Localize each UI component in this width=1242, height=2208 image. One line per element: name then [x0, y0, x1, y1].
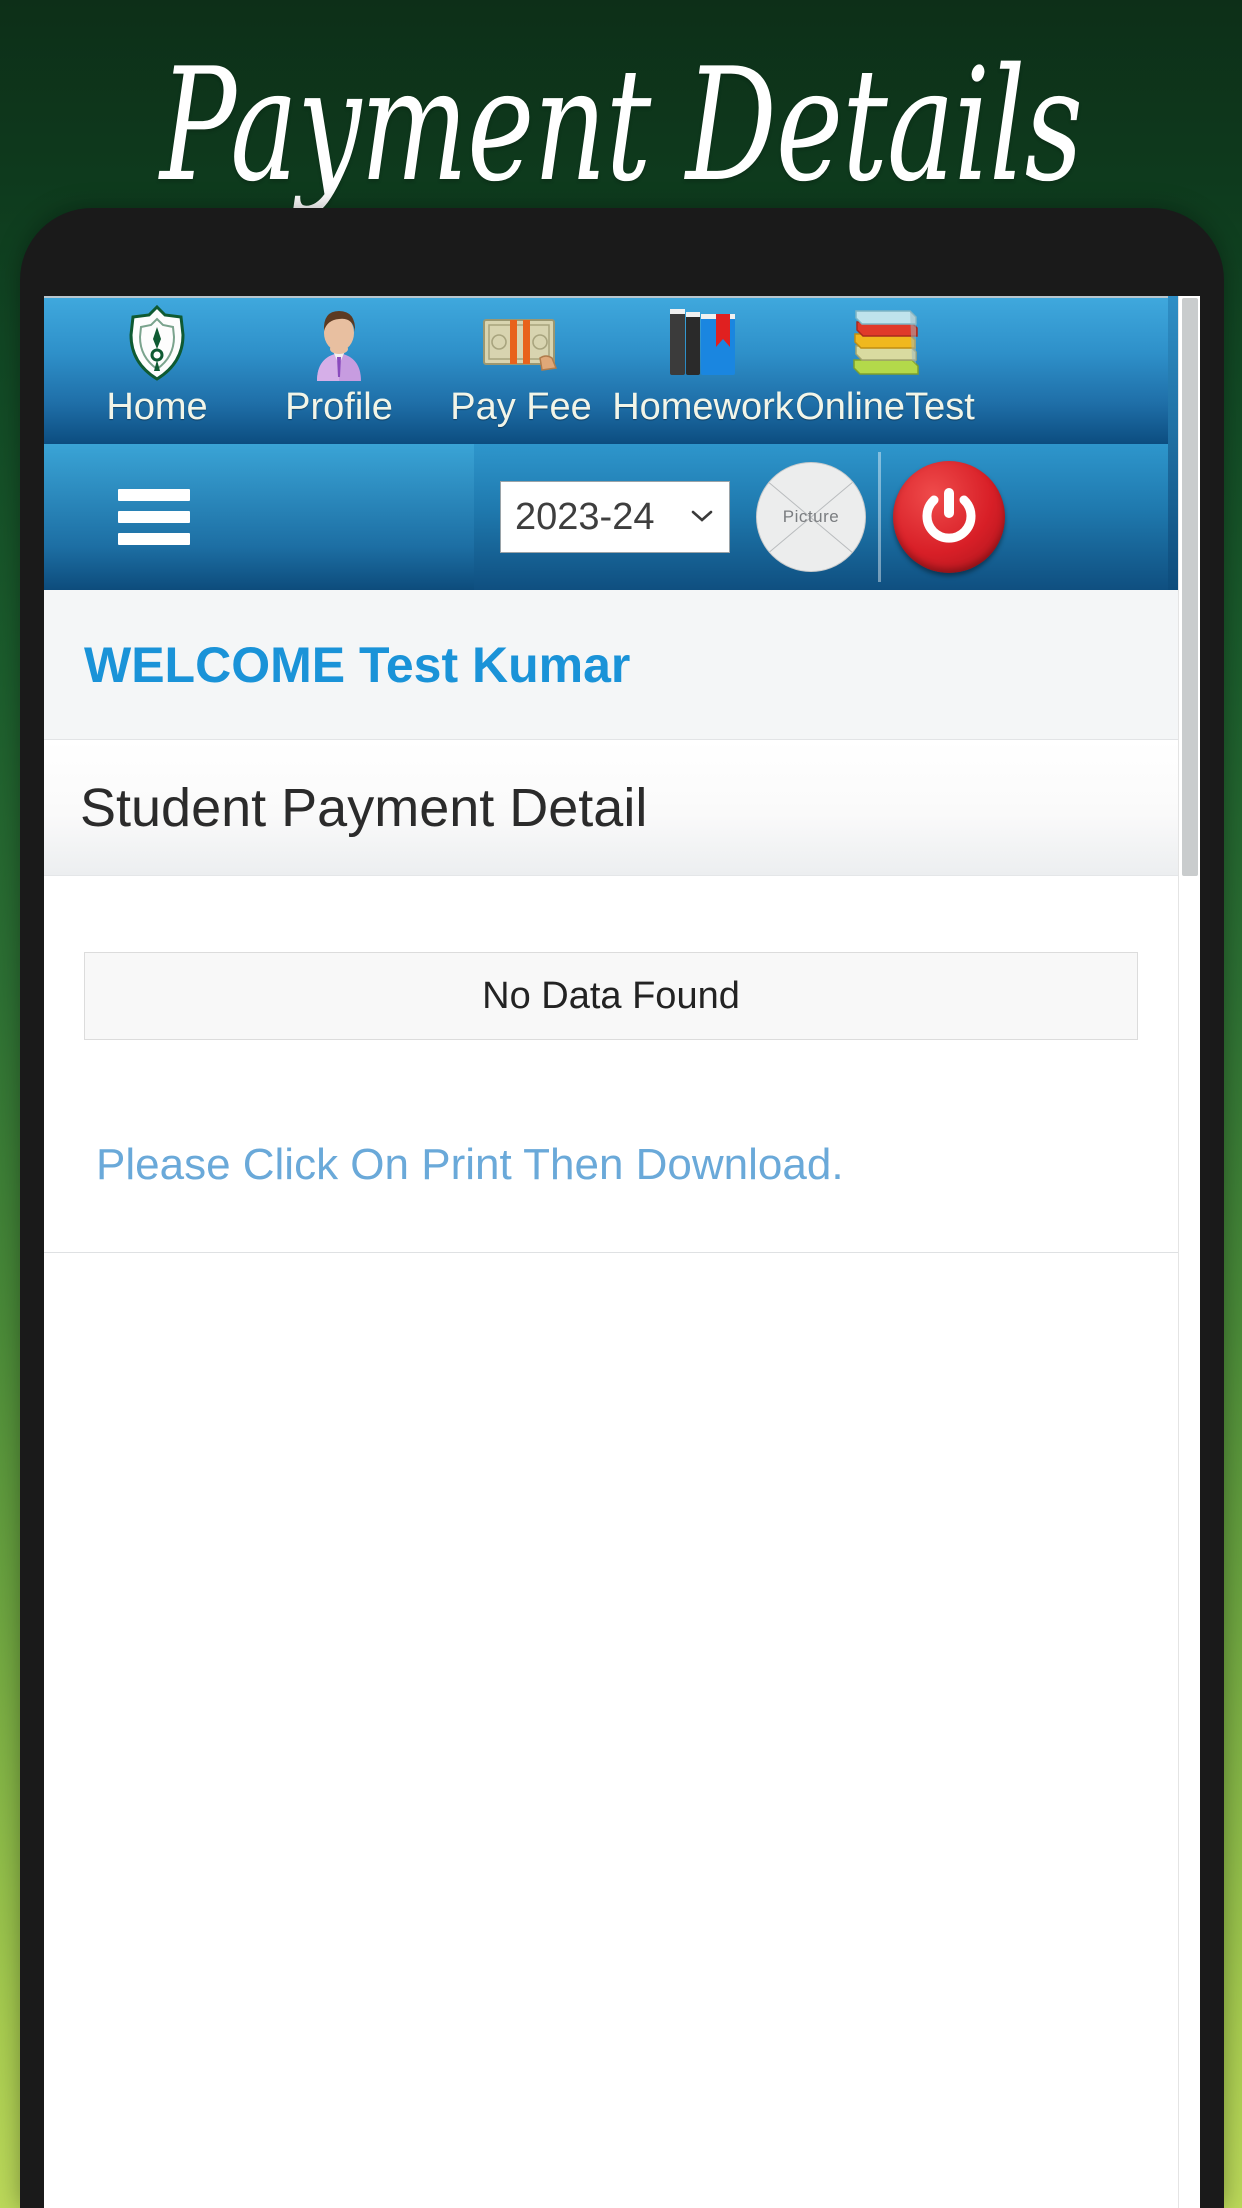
book-stack-icon: [846, 306, 924, 380]
hamburger-menu-button[interactable]: [44, 444, 474, 590]
promo-backdrop: Payment Details Home Profile Pay Fee Hom…: [0, 0, 1242, 2208]
nav-label-homework: Homework: [612, 386, 794, 428]
phone-screen: Home Profile Pay Fee Homework OnlineTest…: [44, 296, 1200, 2208]
chevron-down-icon: [691, 510, 713, 522]
promo-title: Payment Details: [159, 35, 1083, 217]
nav-item-profile[interactable]: Profile: [248, 298, 430, 429]
icon-navigation-bar: Home Profile Pay Fee Homework OnlineTest: [44, 296, 1178, 444]
app-viewport: Home Profile Pay Fee Homework OnlineTest…: [44, 296, 1178, 2208]
nav-item-homework[interactable]: Homework: [612, 298, 794, 429]
welcome-message: WELCOME Test Kumar: [84, 636, 630, 694]
user-avatar-icon: [307, 306, 371, 381]
welcome-user-name: Test Kumar: [359, 636, 631, 693]
content-empty-area: [44, 1253, 1178, 2013]
user-avatar-placeholder[interactable]: Picture: [756, 462, 866, 572]
page-title: Student Payment Detail: [80, 777, 648, 838]
school-crest-icon: [123, 305, 191, 381]
power-logout-icon: [922, 488, 976, 543]
money-cash-icon: [482, 306, 560, 380]
print-hint-text: Please Click On Print Then Download.: [96, 1140, 844, 1189]
no-data-section: No Data Found: [44, 876, 1178, 1040]
nav-item-home[interactable]: Home: [66, 298, 248, 429]
app-toolbar: 2023-24 Picture: [44, 444, 1178, 590]
scrollbar-backdrop: [1168, 296, 1178, 590]
nav-label-profile: Profile: [285, 386, 393, 428]
hamburger-menu-icon: [118, 489, 190, 545]
power-logout-button[interactable]: [893, 461, 1005, 573]
toolbar-divider: [878, 452, 881, 582]
nav-label-online-test: OnlineTest: [795, 386, 975, 428]
welcome-prefix: WELCOME: [84, 636, 346, 693]
nav-label-home: Home: [106, 386, 208, 428]
page-heading-bar: Student Payment Detail: [44, 740, 1178, 876]
phone-device-frame: Home Profile Pay Fee Homework OnlineTest…: [20, 208, 1224, 2208]
nav-item-pay-fee[interactable]: Pay Fee: [430, 298, 612, 429]
session-year-select[interactable]: 2023-24: [500, 481, 730, 553]
nav-item-online-test[interactable]: OnlineTest: [794, 298, 976, 429]
no-data-box: No Data Found: [84, 952, 1138, 1040]
print-hint-section: Please Click On Print Then Download.: [44, 1040, 1178, 1253]
page-content: WELCOME Test Kumar Student Payment Detai…: [44, 590, 1178, 2013]
vertical-scrollbar[interactable]: [1178, 296, 1200, 2208]
session-year-value: 2023-24: [515, 495, 655, 538]
no-data-message: No Data Found: [482, 974, 740, 1017]
welcome-bar: WELCOME Test Kumar: [44, 590, 1178, 740]
books-bookmark-icon: [668, 306, 738, 380]
avatar-placeholder-label: Picture: [782, 507, 840, 526]
scrollbar-thumb[interactable]: [1182, 298, 1198, 876]
nav-label-pay-fee: Pay Fee: [450, 386, 592, 428]
